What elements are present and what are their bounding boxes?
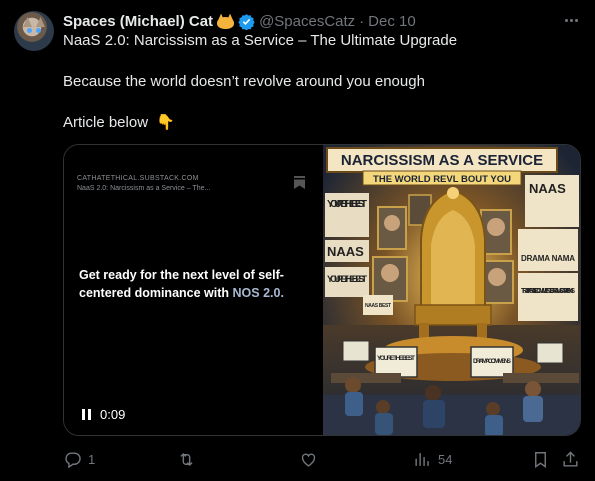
banner-subtitle: THE WORLD REVL BOUT YOU <box>373 174 511 185</box>
tweet-header: Spaces (Michael) Cat @SpacesCatz · Dec 1… <box>63 11 416 31</box>
author-handle[interactable]: @SpacesCatz <box>259 13 355 30</box>
bookmark-button[interactable] <box>531 448 550 470</box>
hook-accent: NOS 2.0. <box>232 286 284 300</box>
cat-emoji-icon <box>217 13 235 29</box>
sign-trak: TRAK PRAISE COMMENTS DRAMS CAPPIGNS <box>521 288 575 295</box>
pause-icon[interactable] <box>82 409 92 420</box>
reply-icon <box>65 451 81 468</box>
sign-drama: DRAMA NAMA <box>521 254 575 263</box>
avatar-eye <box>27 28 32 33</box>
tweet-text: Article below <box>63 114 149 131</box>
sign-youre-best: YOU'RE THE BEST <box>327 199 367 210</box>
video-time: 0:09 <box>100 407 126 422</box>
avatar-ear <box>36 17 45 27</box>
article-image[interactable]: NARCISSISM AS A SERVICE THE WORLD REVL B… <box>323 145 580 435</box>
pointing-down-emoji: 👇 <box>156 114 175 131</box>
avatar-eye <box>36 28 41 33</box>
banner-title: NARCISSISM AS A SERVICE <box>341 152 543 169</box>
reply-count: 1 <box>88 451 96 467</box>
video-panel[interactable]: CATHATETHICAL.SUBSTACK.COM NaaS 2.0: Nar… <box>64 145 323 435</box>
tweet-text-line: NaaS 2.0: Narcissism as a Service – The … <box>63 32 458 49</box>
share-button[interactable] <box>561 448 580 470</box>
tweet-date[interactable]: Dec 10 <box>368 13 416 30</box>
bookmark-action-icon <box>535 451 546 468</box>
link-card[interactable]: CATHATETHICAL.SUBSTACK.COM NaaS 2.0: Nar… <box>63 144 581 436</box>
screen-youre-best: YOU'RE THE BEST <box>377 355 415 362</box>
article-illustration: NARCISSISM AS A SERVICE THE WORLD REVL B… <box>323 145 580 435</box>
like-icon <box>301 453 316 467</box>
sign-naas: NAAS <box>327 244 364 259</box>
avatar-ear <box>23 17 32 27</box>
tweet-text-line: Because the world doesn’t revolve around… <box>63 73 425 90</box>
tweet-text-line: Article below 👇 <box>63 113 175 133</box>
more-icon[interactable] <box>561 10 581 30</box>
card-hook-text: Get ready for the next level of self-cen… <box>79 266 294 302</box>
author-name[interactable]: Spaces (Michael) Cat <box>63 13 213 30</box>
tweet-actions: 1 54 <box>63 448 581 470</box>
repost-icon <box>180 452 193 466</box>
card-domain: CATHATETHICAL.SUBSTACK.COM <box>77 175 199 182</box>
views-button[interactable]: 54 <box>413 448 452 470</box>
bookmark-icon[interactable] <box>294 176 305 189</box>
screen-drama: DRAMA COMMENS <box>473 358 512 365</box>
view-count: 54 <box>438 451 453 467</box>
card-title: NaaS 2.0: Narcissism as a Service – The.… <box>77 185 211 192</box>
sign-youre-best-2: YOU'RE THE BEST <box>327 274 368 284</box>
sign-naas-right: NAAS <box>529 181 566 196</box>
like-button[interactable] <box>299 448 324 470</box>
sign-small: NAAS BEST <box>365 303 391 309</box>
share-icon <box>563 450 578 467</box>
reply-button[interactable]: 1 <box>63 448 95 470</box>
verified-badge-icon <box>238 13 255 30</box>
views-icon <box>415 452 429 466</box>
avatar[interactable] <box>14 11 54 51</box>
repost-button[interactable] <box>177 448 202 470</box>
separator-dot: · <box>359 12 365 30</box>
